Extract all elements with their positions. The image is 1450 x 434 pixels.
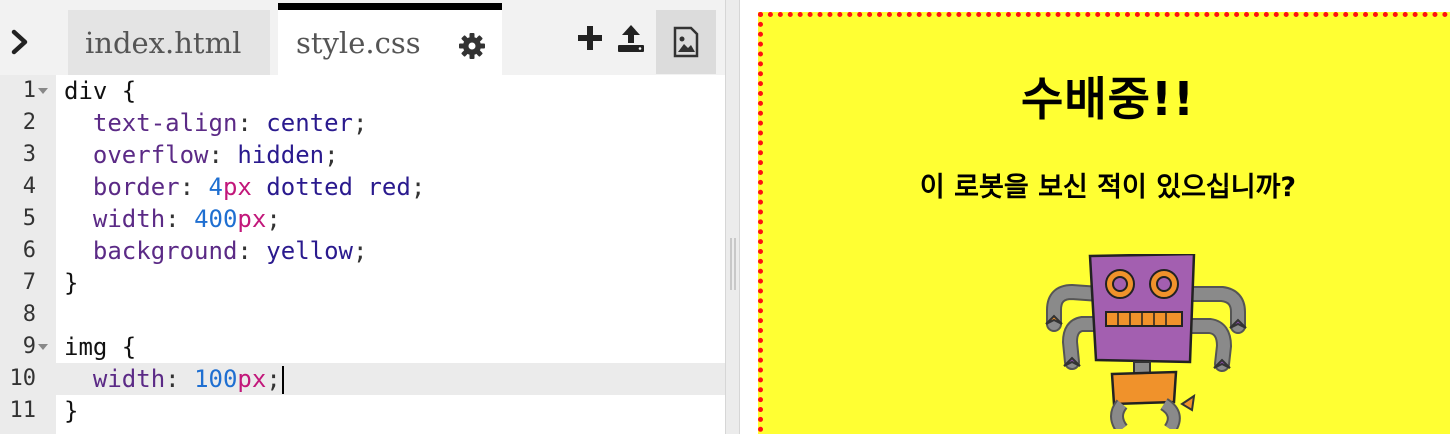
editor-tab-bar: index.html style.css	[0, 0, 725, 75]
toggle-sidebar-button[interactable]	[0, 10, 40, 74]
code-token: px	[237, 205, 267, 233]
code-token: hidden	[237, 141, 325, 169]
code-text: text-align: center;	[64, 107, 368, 139]
code-token: :	[179, 173, 209, 201]
code-token: }	[64, 269, 79, 297]
tab-label: style.css	[296, 25, 421, 60]
code-text: div {	[64, 75, 136, 107]
tab-label: index.html	[85, 25, 242, 60]
code-line[interactable]: 1 div {	[0, 75, 725, 107]
line-number: 1	[22, 78, 36, 103]
code-token: img {	[64, 333, 137, 361]
line-number: 10	[9, 366, 37, 391]
code-line[interactable]: 11}	[0, 395, 725, 427]
code-token: :	[208, 141, 238, 169]
code-text: }	[64, 395, 78, 427]
poster-heading: 수배중!!	[1021, 72, 1195, 126]
code-token: px	[222, 173, 252, 201]
code-text: background: yellow;	[64, 235, 368, 267]
code-token: 4	[208, 173, 223, 201]
code-token: ;	[324, 141, 339, 169]
code-token: ;	[353, 237, 368, 265]
code-line[interactable]: 8	[0, 299, 725, 331]
code-token: border	[64, 173, 180, 201]
add-file-button[interactable]	[574, 22, 606, 54]
code-text: img {	[64, 331, 136, 363]
code-token: dotted red	[251, 173, 411, 201]
code-token: ;	[266, 365, 281, 393]
code-token: width	[64, 365, 166, 393]
code-token: center	[266, 109, 353, 137]
code-line[interactable]: 4 border: 4px dotted red;	[0, 171, 725, 203]
code-line[interactable]: 2 text-align: center;	[0, 107, 725, 139]
tab-index-html[interactable]: index.html	[68, 10, 270, 75]
code-token: :	[237, 109, 267, 137]
line-number: 11	[9, 398, 37, 423]
code-line[interactable]: 5 width: 400px;	[0, 203, 725, 235]
code-text: width: 100px;	[64, 363, 284, 395]
robot-image	[1045, 254, 1247, 429]
code-token: :	[165, 205, 195, 233]
image-icon	[673, 26, 699, 58]
code-token: background	[64, 237, 238, 265]
line-number: 5	[22, 206, 36, 231]
line-number: 7	[22, 270, 36, 295]
code-token: div {	[64, 77, 137, 105]
line-number: 4	[22, 174, 36, 199]
line-number: 3	[22, 142, 36, 167]
code-line[interactable]: 7}	[0, 267, 725, 299]
line-number: 2	[22, 110, 36, 135]
panel-resize-handle[interactable]	[725, 0, 740, 434]
line-number: 6	[22, 238, 36, 263]
code-token: 100	[194, 365, 238, 393]
code-text: width: 400px;	[64, 203, 281, 235]
poster-subheading: 이 로봇을 보신 적이 있으십니까?	[919, 172, 1297, 203]
fold-arrow-icon[interactable]	[38, 344, 48, 350]
gear-icon[interactable]	[458, 32, 486, 60]
code-token: :	[237, 237, 267, 265]
code-editor-panel: index.html style.css 1 div {2 text-alig…	[0, 0, 725, 434]
text-cursor	[281, 366, 284, 394]
code-token: ;	[353, 109, 368, 137]
chevron-right-icon	[11, 29, 28, 55]
code-token: :	[165, 365, 195, 393]
code-token: width	[64, 205, 166, 233]
code-text: }	[64, 267, 78, 299]
fold-arrow-icon[interactable]	[38, 88, 48, 94]
tab-style-css[interactable]: style.css	[278, 3, 502, 75]
code-line[interactable]: 3 overflow: hidden;	[0, 139, 725, 171]
code-token: 400	[194, 205, 238, 233]
code-line[interactable]: 10 width: 100px;	[0, 363, 725, 395]
preview-panel: 수배중!! 이 로봇을 보신 적이 있으십니까?	[740, 0, 1450, 434]
code-token: overflow	[64, 141, 209, 169]
code-text: border: 4px dotted red;	[64, 171, 425, 203]
code-token: }	[64, 397, 79, 425]
code-token: yellow	[266, 237, 353, 265]
code-line[interactable]: 6 background: yellow;	[0, 235, 725, 267]
code-token: px	[237, 365, 267, 393]
upload-icon	[618, 25, 644, 52]
code-text: overflow: hidden;	[64, 139, 339, 171]
code-token: ;	[266, 205, 281, 233]
code-token: text-align	[64, 109, 238, 137]
upload-button[interactable]	[615, 22, 647, 54]
line-number: 9	[22, 334, 36, 359]
code-line[interactable]: 9 img {	[0, 331, 725, 363]
plus-icon	[578, 26, 602, 50]
image-library-button[interactable]	[656, 10, 716, 74]
line-number: 8	[22, 302, 36, 327]
code-token: ;	[410, 173, 426, 201]
code-area[interactable]: 1 div {2 text-align: center; 3 overflow: h…	[0, 75, 725, 434]
grip-icon	[730, 238, 736, 290]
